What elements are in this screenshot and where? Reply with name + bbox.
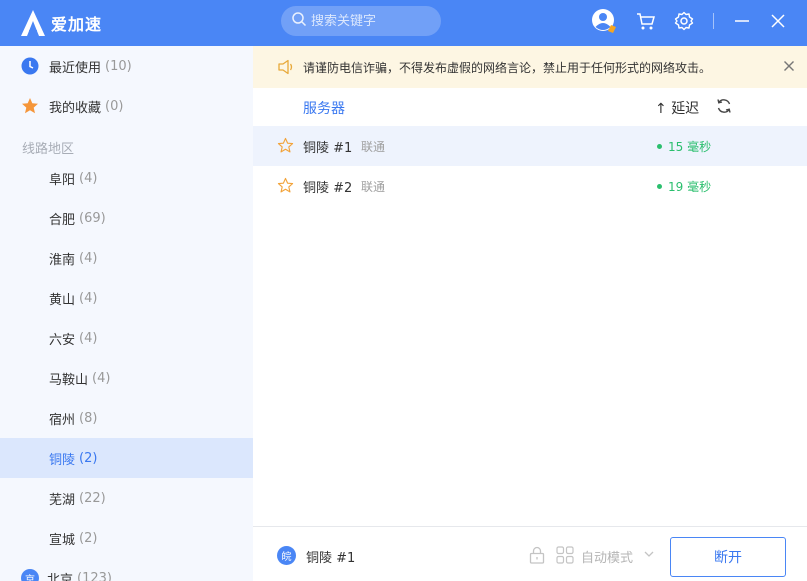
sidebar-item-count: (2): [79, 530, 98, 546]
region-sidebar: 最近使用 (10) 我的收藏 (0) 线路地区 阜阳 (4) 合肥 (69) 淮…: [0, 46, 253, 581]
sidebar-item-count: (4): [79, 170, 98, 186]
latency-value: 19 毫秒: [668, 179, 712, 194]
server-isp: 联通: [361, 179, 386, 194]
sidebar-item-label: 北京: [47, 572, 74, 581]
favorite-star-icon[interactable]: [277, 177, 294, 198]
app-name: 爱加速: [51, 15, 103, 34]
sidebar-item-city[interactable]: 宿州 (8): [0, 398, 253, 438]
sidebar-item-count: (4): [79, 250, 98, 266]
section-title-regions: 线路地区: [22, 142, 75, 157]
sidebar-item-province[interactable]: 京 北京 (123): [0, 558, 253, 581]
mode-select-label[interactable]: 自动模式: [581, 547, 633, 566]
sidebar-item-label: 淮南: [49, 252, 76, 268]
sort-arrow-icon: ↑: [655, 101, 667, 117]
sidebar-item-label: 我的收藏: [49, 100, 102, 116]
app-logo: 爱加速: [20, 8, 102, 38]
server-latency: 19 毫秒: [657, 178, 711, 195]
sidebar-item-label: 阜阳: [49, 172, 76, 188]
sidebar-item-label: 马鞍山: [49, 372, 89, 388]
sidebar-item-count: (8): [79, 410, 98, 426]
column-latency-label: 延迟: [671, 101, 700, 117]
sidebar-item-label: 合肥: [49, 212, 76, 228]
notice-close-icon[interactable]: [783, 60, 795, 72]
sidebar-item-count: (123): [77, 570, 112, 581]
sidebar-item-recent[interactable]: 最近使用 (10): [0, 46, 253, 86]
server-list-header: 服务器 ↑ 延迟: [253, 88, 807, 126]
sidebar-item-label: 六安: [49, 332, 76, 348]
sidebar-item-count: (0): [105, 98, 124, 114]
sidebar-item-label: 芜湖: [49, 492, 76, 508]
sidebar-item-city[interactable]: 合肥 (69): [0, 198, 253, 238]
sidebar-item-count: (10): [105, 58, 132, 74]
close-icon[interactable]: [765, 8, 791, 34]
sidebar-item-city[interactable]: 芜湖 (22): [0, 478, 253, 518]
province-badge: 皖: [277, 546, 296, 565]
refresh-icon[interactable]: [716, 98, 732, 114]
notice-text: 请谨防电信诈骗，不得发布虚假的网络言论，禁止用于任何形式的网络攻击。: [303, 60, 712, 75]
logo-icon: [20, 9, 46, 37]
sidebar-item-label: 最近使用: [49, 60, 102, 76]
column-server[interactable]: 服务器: [303, 98, 345, 118]
sidebar-item-count: (69): [79, 210, 106, 226]
column-latency-sort[interactable]: ↑ 延迟: [655, 98, 699, 118]
title-divider: [713, 13, 714, 29]
minimize-icon[interactable]: [729, 8, 755, 34]
speaker-icon: [277, 59, 295, 75]
status-dot: [657, 143, 662, 149]
sidebar-item-count: (4): [79, 290, 98, 306]
server-name: 铜陵 #1: [303, 140, 353, 156]
status-dot: [657, 183, 662, 189]
user-avatar-icon[interactable]: [591, 8, 617, 34]
search-input[interactable]: [311, 13, 431, 29]
province-badge: 京: [21, 569, 39, 581]
current-server: 铜陵 #1: [306, 551, 356, 566]
gear-icon[interactable]: [671, 8, 697, 34]
sidebar-item-city[interactable]: 马鞍山 (4): [0, 358, 253, 398]
search-icon: [291, 11, 307, 31]
latency-value: 15 毫秒: [668, 139, 712, 154]
mode-grid-icon[interactable]: [556, 546, 574, 564]
server-row[interactable]: 铜陵 #2 联通 19 毫秒: [253, 166, 807, 206]
sidebar-item-label: 黄山: [49, 292, 76, 308]
lock-icon[interactable]: [529, 546, 545, 564]
star-icon: [21, 97, 39, 115]
server-isp: 联通: [361, 139, 386, 154]
clock-icon: [21, 57, 39, 75]
cart-icon[interactable]: [633, 8, 659, 34]
sidebar-item-label: 宿州: [49, 412, 76, 428]
server-row[interactable]: 铜陵 #1 联通 15 毫秒: [253, 126, 807, 166]
sidebar-item-city[interactable]: 宣城 (2): [0, 518, 253, 558]
sidebar-item-city-active[interactable]: 铜陵 (2): [0, 438, 253, 478]
notice-banner: 请谨防电信诈骗，不得发布虚假的网络言论，禁止用于任何形式的网络攻击。: [253, 46, 807, 88]
sidebar-item-label: 铜陵: [49, 452, 76, 468]
sidebar-item-count: (4): [92, 370, 111, 386]
sidebar-item-count: (4): [79, 330, 98, 346]
title-bar: 爱加速: [0, 0, 807, 46]
connection-bar: 皖 铜陵 #1 自动模式 断开: [253, 526, 807, 581]
sidebar-item-favorites[interactable]: 我的收藏 (0): [0, 86, 253, 126]
sidebar-item-count: (22): [79, 490, 106, 506]
sidebar-item-city[interactable]: 六安 (4): [0, 318, 253, 358]
disconnect-button[interactable]: 断开: [670, 537, 786, 577]
server-name: 铜陵 #2: [303, 180, 353, 196]
sidebar-item-city[interactable]: 黄山 (4): [0, 278, 253, 318]
search-box[interactable]: [281, 6, 441, 36]
sidebar-item-count: (2): [79, 450, 98, 466]
favorite-star-icon[interactable]: [277, 137, 294, 158]
sidebar-item-city[interactable]: 淮南 (4): [0, 238, 253, 278]
server-latency: 15 毫秒: [657, 138, 711, 155]
sidebar-item-city[interactable]: 阜阳 (4): [0, 158, 253, 198]
sidebar-item-label: 宣城: [49, 532, 76, 548]
chevron-down-icon[interactable]: [644, 550, 654, 558]
